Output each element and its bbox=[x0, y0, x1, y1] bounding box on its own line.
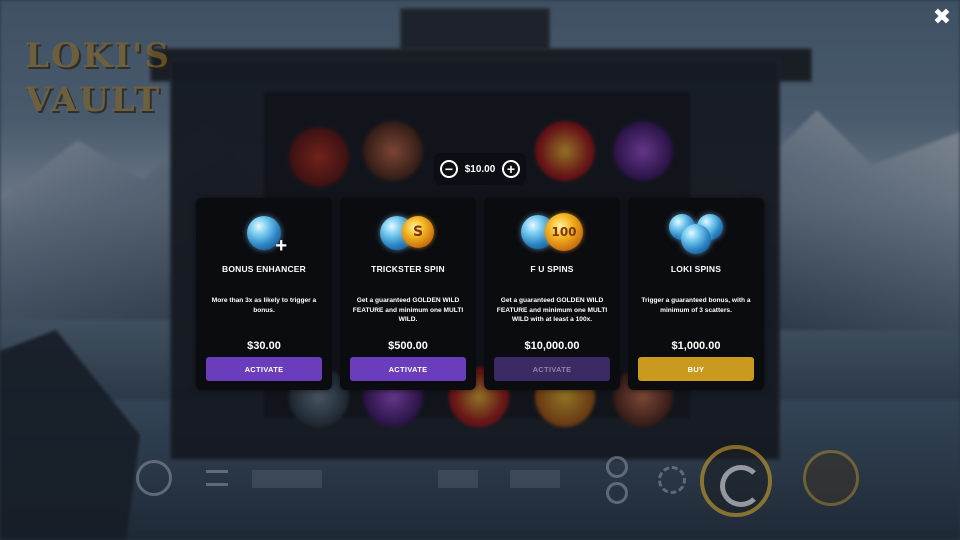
card-trickster-spin: S TRICKSTER SPIN Get a guaranteed GOLDEN… bbox=[340, 198, 476, 390]
card-title: BONUS ENHANCER bbox=[221, 264, 307, 274]
triple-blue-orbs-icon bbox=[669, 212, 723, 254]
plus-icon bbox=[606, 456, 628, 478]
card-title: F U SPINS bbox=[530, 264, 574, 274]
spin-button bbox=[700, 445, 772, 517]
bet-value: $10.00 bbox=[464, 163, 496, 175]
plus-icon: + bbox=[506, 161, 516, 177]
card-f-u-spins: 100 F U SPINS Get a guaranteed GOLDEN WI… bbox=[484, 198, 620, 390]
card-icon-wrap: S bbox=[340, 210, 476, 256]
blue-orb-plus-icon: + bbox=[247, 216, 287, 256]
bet-display bbox=[510, 470, 560, 488]
card-description: Get a guaranteed GOLDEN WILD FEATURE and… bbox=[352, 297, 464, 323]
increase-bet-button[interactable]: + bbox=[502, 160, 520, 178]
minus-icon: − bbox=[444, 161, 454, 177]
card-title: TRICKSTER SPIN bbox=[371, 264, 445, 274]
card-icon-wrap: + bbox=[196, 210, 332, 256]
card-description: Get a guaranteed GOLDEN WILD FEATURE and… bbox=[496, 297, 608, 323]
card-description: Trigger a guaranteed bonus, with a minim… bbox=[641, 297, 751, 314]
card-title: LOKI SPINS bbox=[670, 264, 722, 274]
balance-display bbox=[252, 470, 322, 488]
card-bonus-enhancer: + BONUS ENHANCER More than 3x as likely … bbox=[196, 198, 332, 390]
settings-icon bbox=[136, 460, 172, 496]
card-loki-spins: LOKI SPINS Trigger a guaranteed bonus, w… bbox=[628, 198, 764, 390]
activate-button[interactable]: ACTIVATE bbox=[206, 357, 322, 381]
close-button[interactable]: ✖ bbox=[931, 6, 953, 28]
minus-icon bbox=[606, 482, 628, 504]
bet-selector: − $10.00 + bbox=[434, 153, 526, 185]
menu-icon bbox=[206, 470, 228, 486]
turbo-icon bbox=[658, 466, 686, 494]
card-icon-wrap: 100 bbox=[484, 210, 620, 256]
card-price: $1,000.00 bbox=[671, 340, 721, 352]
decrease-bet-button[interactable]: − bbox=[440, 160, 458, 178]
coin-label: 100 bbox=[545, 213, 583, 251]
win-display bbox=[438, 470, 478, 488]
buy-button[interactable]: BUY bbox=[638, 357, 754, 381]
card-price: $30.00 bbox=[247, 340, 281, 352]
activate-button[interactable]: ACTIVATE bbox=[350, 357, 466, 381]
card-description: More than 3x as likely to trigger a bonu… bbox=[211, 297, 317, 314]
card-icon-wrap bbox=[628, 210, 764, 256]
activate-button[interactable]: ACTIVATE bbox=[494, 357, 610, 381]
close-icon: ✖ bbox=[932, 4, 952, 29]
orb-and-100-coin-icon: 100 bbox=[521, 211, 583, 255]
card-price: $500.00 bbox=[388, 340, 428, 352]
card-price: $10,000.00 bbox=[524, 340, 580, 352]
orb-and-coin-icon: S bbox=[380, 212, 436, 254]
autospin-button bbox=[803, 450, 859, 506]
